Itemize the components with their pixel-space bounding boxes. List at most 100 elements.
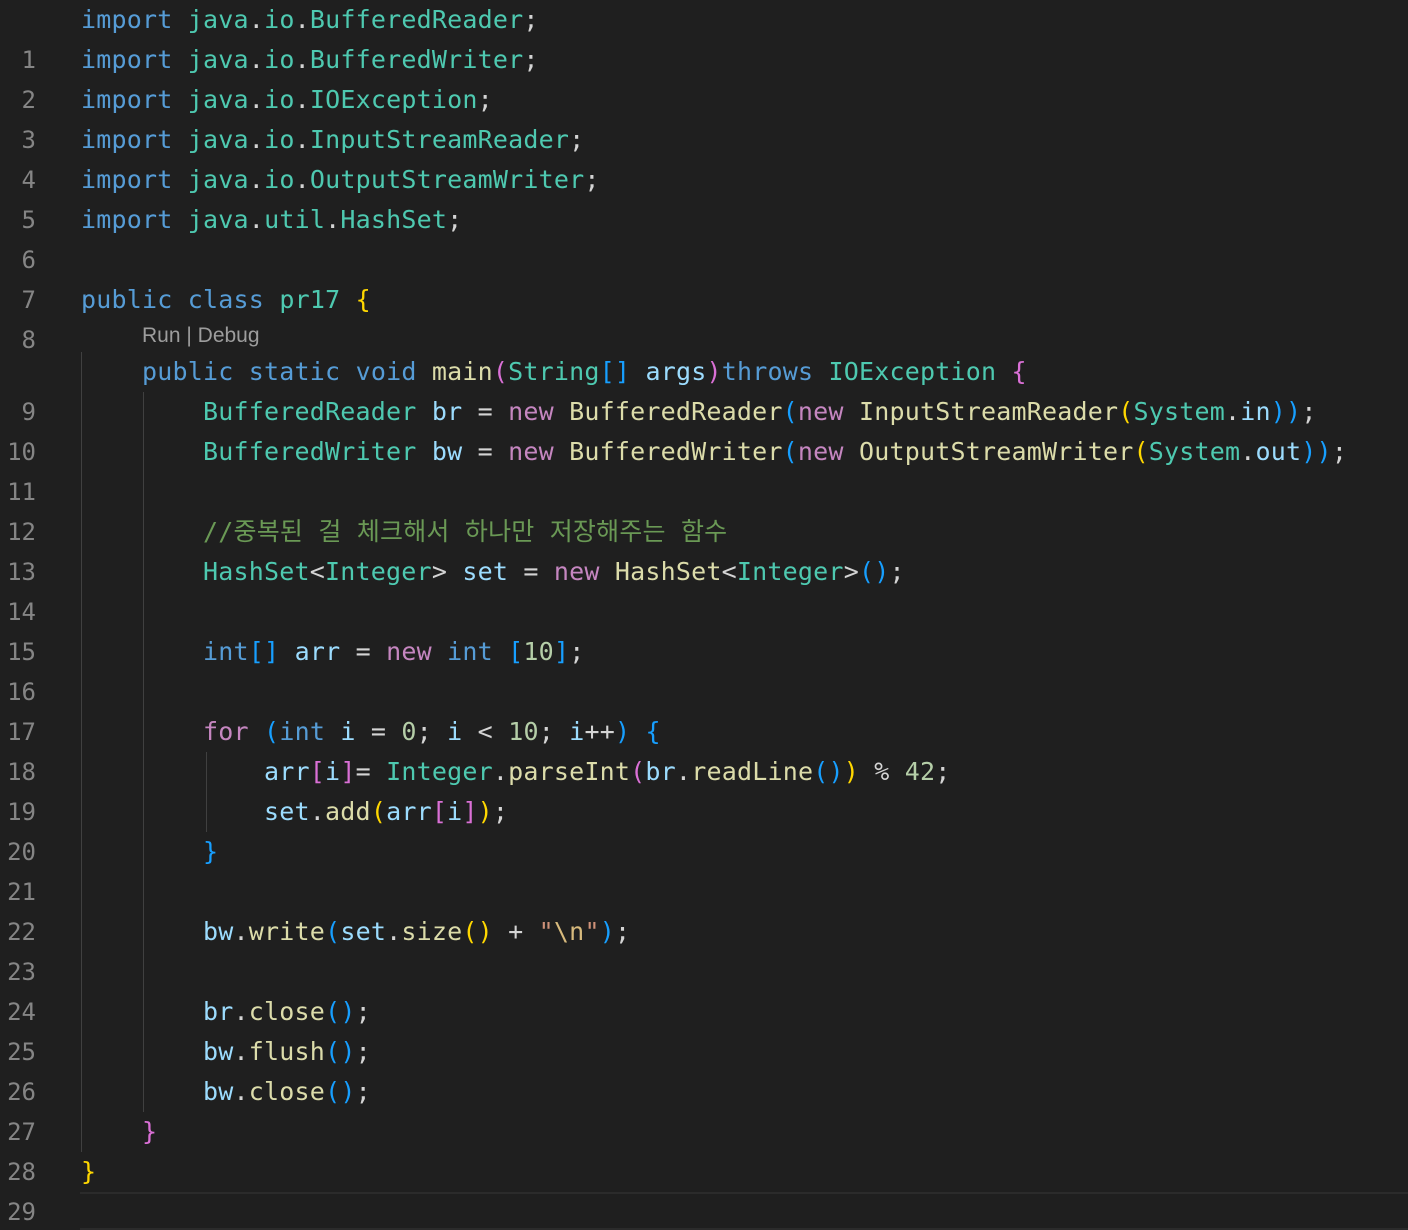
code-line-7[interactable]: 7 xyxy=(0,240,1408,314)
code-line-9[interactable]: 9 public static void main(String[] args)… xyxy=(0,352,1408,426)
token-bracket: () xyxy=(462,917,493,946)
line-content: } xyxy=(81,1112,157,1152)
code-line-4[interactable]: 4 import java.io.InputStreamReader; xyxy=(0,120,1408,194)
code-line-13[interactable]: 13 //중복된 걸 체크해서 하나만 저장해주는 함수 xyxy=(0,512,1408,586)
code-line-16[interactable]: 16 int[] arr = new int [10]; xyxy=(0,632,1408,706)
token-variable: out xyxy=(1255,437,1302,466)
line-content: BufferedReader br = new BufferedReader(n… xyxy=(81,392,1317,432)
code-line-10[interactable]: 10 BufferedReader br = new BufferedReade… xyxy=(0,392,1408,466)
token-keyword: int xyxy=(203,637,249,666)
token-string: " xyxy=(538,917,554,946)
code-line-5[interactable]: 5 import java.io.OutputStreamWriter; xyxy=(0,160,1408,234)
token-punct: . xyxy=(248,125,265,154)
token-variable: set xyxy=(462,557,509,586)
token-function: size xyxy=(401,917,463,946)
line-content: import java.io.BufferedReader; xyxy=(81,0,539,40)
token-operator: = xyxy=(462,397,509,426)
code-line-29[interactable]: 29 } xyxy=(0,1152,1408,1226)
code-line-24[interactable]: 24 xyxy=(0,952,1408,1026)
line-content: import java.io.IOException; xyxy=(81,80,493,120)
token-bracket: ] xyxy=(553,637,570,666)
token-operator: = xyxy=(340,637,387,666)
token-punct: ; xyxy=(1331,437,1348,466)
token-keyword: int xyxy=(279,717,326,746)
code-line-26[interactable]: 26 bw.flush(); xyxy=(0,1032,1408,1106)
token-punct: . xyxy=(1240,437,1256,466)
code-line-1[interactable]: 1 import java.io.BufferedReader; xyxy=(0,0,1408,74)
token-punct: > xyxy=(843,557,859,586)
code-line-17[interactable]: 17 xyxy=(0,672,1408,746)
code-line-12[interactable]: 12 xyxy=(0,472,1408,546)
code-line-15[interactable]: 15 xyxy=(0,592,1408,666)
code-line-19[interactable]: 19 arr[i]= Integer.parseInt(br.readLine(… xyxy=(0,752,1408,826)
code-line-27[interactable]: 27 bw.close(); xyxy=(0,1072,1408,1146)
token-punct: . xyxy=(386,917,402,946)
token-punct: . xyxy=(248,5,265,34)
line-content: arr[i]= Integer.parseInt(br.readLine()) … xyxy=(81,752,951,792)
line-content: } xyxy=(81,832,218,872)
code-line-2[interactable]: 2 import java.io.BufferedWriter; xyxy=(0,40,1408,114)
token-type: BufferedWriter xyxy=(203,437,417,466)
token-keyword: void xyxy=(355,357,417,386)
code-line-20[interactable]: 20 set.add(arr[i]); xyxy=(0,792,1408,866)
token-punct: ; xyxy=(614,917,631,946)
token-type: System xyxy=(1133,397,1226,426)
token-keyword: new xyxy=(797,397,844,426)
code-line-28[interactable]: 28 } xyxy=(0,1112,1408,1186)
token-number: 10 xyxy=(508,717,539,746)
token-type: HashSet xyxy=(203,557,310,586)
token-operator: ++ xyxy=(584,717,615,746)
code-line-22[interactable]: 22 xyxy=(0,872,1408,946)
code-line-25[interactable]: 25 br.close(); xyxy=(0,992,1408,1066)
code-line-14[interactable]: 14 HashSet<Integer> set = new HashSet<In… xyxy=(0,552,1408,626)
token-bracket: )) xyxy=(1301,437,1332,466)
token-function: close xyxy=(248,997,326,1026)
token-variable: br xyxy=(645,757,676,786)
codelens-debug-link[interactable]: Debug xyxy=(198,324,260,347)
token-bracket: [] xyxy=(599,357,631,386)
line-content: public static void main(String[] args)th… xyxy=(81,352,1027,392)
code-line-8[interactable]: 8 public class pr17 { xyxy=(0,280,1408,354)
token-variable: i xyxy=(325,757,341,786)
token-bracket: ) xyxy=(477,797,493,826)
token-bracket: ) xyxy=(706,357,722,386)
token-operator: = xyxy=(355,757,387,786)
token-variable: br xyxy=(431,397,463,426)
token-punct: . xyxy=(233,1077,249,1106)
code-line-6[interactable]: 6 import java.util.HashSet; xyxy=(0,200,1408,274)
token-punct: . xyxy=(294,85,310,114)
line-content: import java.io.OutputStreamWriter; xyxy=(81,160,600,200)
code-editor[interactable]: Run | Debug 1 import java.io.BufferedRea… xyxy=(0,0,1408,1230)
code-line-11[interactable]: 11 BufferedWriter bw = new BufferedWrite… xyxy=(0,432,1408,506)
code-line-23[interactable]: 23 bw.write(set.size() + "\n"); xyxy=(0,912,1408,986)
token-bracket: () xyxy=(325,1077,356,1106)
token-type: BufferedReader xyxy=(309,5,524,34)
token-bracket: ( xyxy=(1133,437,1149,466)
token-keyword: import xyxy=(81,85,173,114)
code-line-18[interactable]: 18 for (int i = 0; i < 10; i++) { xyxy=(0,712,1408,786)
token-keyword: import xyxy=(81,125,173,154)
token-keyword: new xyxy=(386,637,432,666)
token-namespace: java xyxy=(187,5,249,34)
token-number: 0 xyxy=(401,717,417,746)
code-line-21[interactable]: 21 } xyxy=(0,832,1408,906)
codelens-run-link[interactable]: Run xyxy=(142,324,181,347)
code-line-3[interactable]: 3 import java.io.IOException; xyxy=(0,80,1408,154)
token-variable: args xyxy=(645,357,707,386)
code-line-30[interactable]: 30 xyxy=(0,1191,1408,1230)
token-bracket: ) xyxy=(599,917,615,946)
token-keyword: new xyxy=(508,437,554,466)
token-punct: ; xyxy=(523,45,539,74)
token-punct: < xyxy=(309,557,326,586)
token-function: readLine xyxy=(691,757,814,786)
token-bracket: [] xyxy=(248,637,280,666)
